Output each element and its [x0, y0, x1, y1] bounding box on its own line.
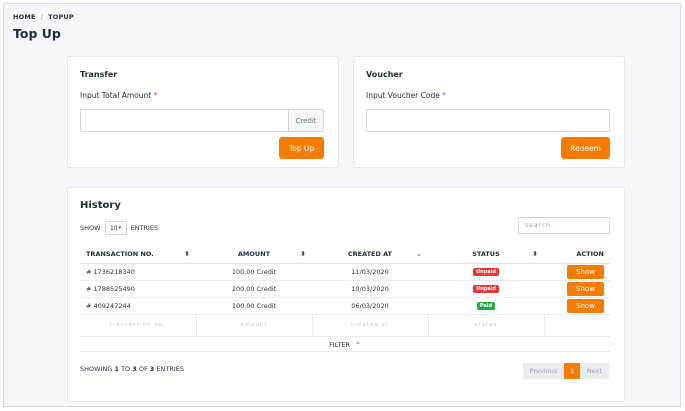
column-action: ACTION	[544, 246, 610, 264]
cell-created-at: 06/03/2020	[312, 297, 428, 315]
table-row: # 1736218340 100.00 Credit 11/03/2020 Un…	[80, 263, 610, 281]
breadcrumb-separator: /	[40, 13, 44, 21]
filter-transaction-no-input[interactable]: transaction no.	[80, 314, 197, 337]
status-badge: Paid	[476, 302, 496, 310]
app-frame: HOME / TOPUP Top Up Transfer Input Total…	[3, 3, 681, 407]
voucher-card: Voucher Input Voucher Code * Redeem	[353, 56, 625, 168]
transfer-title: Transfer	[80, 70, 118, 79]
show-button[interactable]: Show	[567, 298, 604, 313]
filter-created-at-input[interactable]: created at	[312, 314, 429, 337]
cell-transaction-no: # 1736218340	[80, 263, 196, 281]
next-page-button[interactable]: Next	[580, 363, 609, 379]
history-title: History	[80, 200, 121, 211]
breadcrumb: HOME / TOPUP	[13, 13, 74, 21]
show-button[interactable]: Show	[567, 281, 604, 296]
cell-action: Show	[544, 297, 610, 315]
column-status[interactable]: STATUS ⬍	[428, 246, 544, 264]
entries-label: ENTRIES	[130, 224, 159, 232]
history-table: TRANSACTION NO. ⬍ AMOUNT ⬍ CREATED AT ⌄ …	[80, 246, 610, 337]
column-transaction-no[interactable]: TRANSACTION NO. ⬍	[80, 246, 196, 264]
breadcrumb-current: TOPUP	[48, 13, 74, 21]
sort-icon: ⬍	[300, 250, 306, 258]
breadcrumb-home[interactable]: HOME	[13, 13, 36, 21]
filter-toggle[interactable]: FILTER ⌃	[80, 339, 610, 352]
filter-label: FILTER	[329, 341, 351, 349]
history-card: History SHOW 10 ▾ ENTRIES search... TRAN…	[67, 187, 625, 402]
column-label: STATUS	[472, 250, 500, 259]
column-created-at[interactable]: CREATED AT ⌄	[312, 246, 428, 264]
credit-addon: Credit	[288, 110, 323, 131]
amount-label: Input Total Amount *	[80, 91, 157, 100]
caret-down-icon: ▾	[118, 225, 122, 231]
showing-to: 3	[132, 365, 137, 373]
cell-status: Unpaid	[428, 263, 544, 281]
cell-status: Unpaid	[428, 280, 544, 298]
cell-action: Show	[544, 280, 610, 298]
showing-from: 1	[114, 365, 119, 373]
filter-action-cell	[544, 314, 610, 337]
show-entries: SHOW 10 ▾ ENTRIES	[80, 221, 158, 235]
status-badge: Unpaid	[473, 268, 499, 276]
show-button[interactable]: Show	[567, 264, 604, 279]
sort-icon: ⬍	[532, 250, 538, 258]
showing-to-word: TO	[121, 365, 131, 373]
entries-select[interactable]: 10 ▾	[104, 221, 127, 235]
column-label: CREATED AT	[347, 250, 393, 259]
page-button-current[interactable]: 1	[564, 363, 580, 379]
showing-total: 3	[149, 365, 155, 373]
table-row: # 1788525490 200.00 Credit 10/03/2020 Un…	[80, 280, 610, 298]
table-row: # 409247244 100.00 Credit 06/03/2020 Pai…	[80, 297, 610, 315]
previous-page-button[interactable]: Previous	[523, 363, 564, 379]
cell-status: Paid	[428, 297, 544, 315]
showing-of-word: OF	[138, 365, 148, 373]
sort-icon: ⬍	[184, 250, 190, 258]
column-label: AMOUNT	[237, 250, 271, 259]
voucher-title: Voucher	[366, 70, 403, 79]
required-mark: *	[442, 91, 446, 100]
cell-transaction-no: # 1788525490	[80, 280, 196, 298]
voucher-code-input[interactable]	[366, 109, 610, 132]
cell-created-at: 11/03/2020	[312, 263, 428, 281]
search-placeholder: search...	[525, 222, 560, 229]
filter-status-input[interactable]: status	[428, 314, 545, 337]
column-label: TRANSACTION NO.	[86, 250, 154, 259]
transfer-card: Transfer Input Total Amount * Credit Top…	[67, 56, 339, 168]
redeem-button[interactable]: Redeem	[561, 137, 610, 159]
voucher-label-text: Input Voucher Code	[366, 91, 440, 100]
cell-action: Show	[544, 263, 610, 281]
pagination: Previous 1 Next	[523, 363, 609, 379]
filter-row: transaction no. amount created at status	[80, 314, 610, 337]
showing-prefix: SHOWING	[80, 365, 113, 373]
column-label: ACTION	[576, 250, 604, 259]
entries-value: 10	[109, 224, 118, 232]
voucher-label: Input Voucher Code *	[366, 91, 446, 100]
cell-transaction-no: # 409247244	[80, 297, 196, 315]
required-mark: *	[153, 91, 158, 100]
search-input[interactable]: search...	[518, 217, 610, 234]
column-amount[interactable]: AMOUNT ⬍	[196, 246, 312, 264]
showing-info: SHOWING 1 TO 3 OF 3 ENTRIES	[80, 365, 184, 373]
filter-amount-input[interactable]: amount	[196, 314, 313, 337]
page-title: Top Up	[13, 26, 61, 41]
cell-created-at: 10/03/2020	[312, 280, 428, 298]
chevron-down-icon: ⌄	[416, 250, 422, 258]
table-header-row: TRANSACTION NO. ⬍ AMOUNT ⬍ CREATED AT ⌄ …	[80, 246, 610, 264]
status-badge: Unpaid	[473, 285, 499, 293]
cell-amount: 100.00 Credit	[196, 297, 312, 315]
showing-suffix: ENTRIES	[156, 365, 184, 373]
top-up-button[interactable]: Top Up	[279, 137, 324, 159]
chevron-up-icon: ⌃	[355, 341, 361, 349]
cell-amount: 100.00 Credit	[196, 263, 312, 281]
show-label: SHOW	[80, 224, 101, 232]
amount-label-text: Input Total Amount	[80, 91, 152, 100]
cell-amount: 200.00 Credit	[196, 280, 312, 298]
amount-input[interactable]: Credit	[80, 109, 324, 132]
